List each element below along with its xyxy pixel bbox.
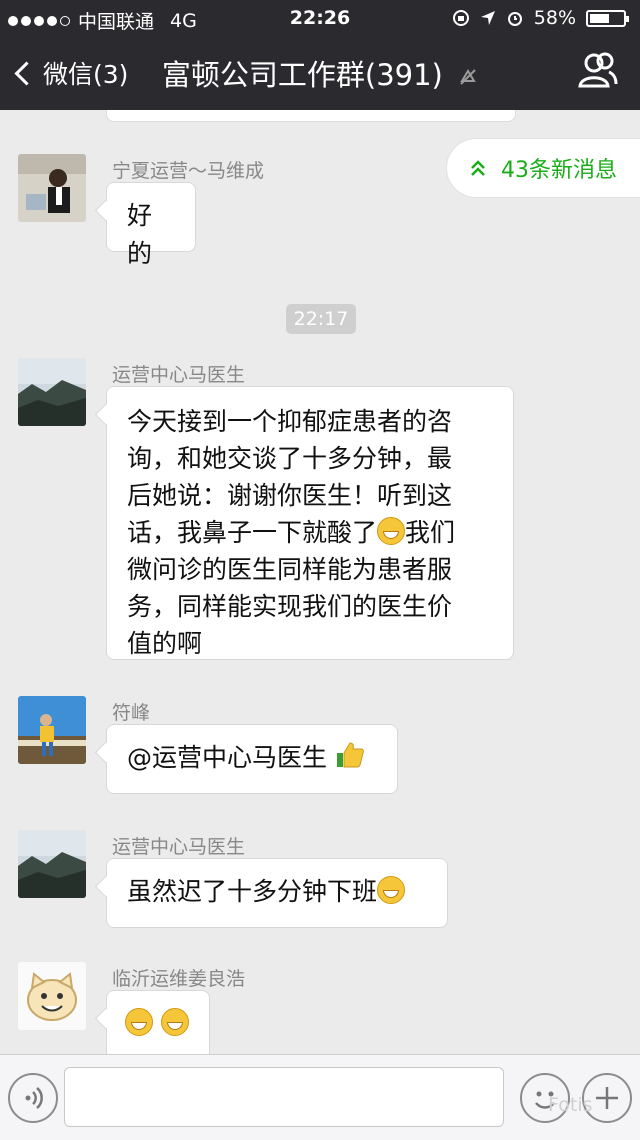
group-members-button[interactable] [578,52,618,92]
message-input[interactable] [64,1067,504,1127]
message-text: @运营中心马医生 [127,743,328,772]
message-line: 后她说：谢谢你医生！听到这 [127,481,453,510]
message-line: 今天接到一个抑郁症患者的咨 [127,407,453,436]
watermark: Fotis [548,1094,593,1116]
message-line: 值的啊 [127,629,203,658]
input-bar [0,1054,640,1140]
sender-name: 运营中心马医生 [112,836,246,858]
message-bubble[interactable]: 今天接到一个抑郁症患者的咨 询，和她交谈了十多分钟，最 后她说：谢谢你医生！听到… [106,386,514,660]
voice-input-button[interactable] [8,1073,58,1123]
avatar[interactable] [18,696,86,764]
sender-name: 运营中心马医生 [112,364,246,386]
hug-emoji-icon [125,1008,153,1036]
status-bar: 中国联通 4G 22:26 58% [0,0,640,36]
nav-bar: 微信(3) 富顿公司工作群(391) [0,36,640,110]
message-line-suffix: 我们 [405,518,456,547]
message-line-text: 话，我鼻子一下就酸了 [127,518,378,547]
message-line: 询，和她交谈了十多分钟，最 [127,444,453,473]
message-bubble[interactable]: 好的 [106,182,196,268]
message-list[interactable]: 宁夏运营～马维成 好的 43条新消息 22:17 运营中心马医生 今天接到一个抑… [0,110,640,1054]
chat-title-text: 富顿公司工作群(391) [161,58,443,92]
sender-name: 宁夏运营～马维成 [112,160,265,182]
message-text: 虽然迟了十多分钟下班 [127,877,378,906]
message-text: 今天接到一个抑郁症患者的咨 询，和她交谈了十多分钟，最 后她说：谢谢你医生！听到… [127,403,493,662]
chat-title: 富顿公司工作群(391) [0,52,640,94]
hug-emoji-icon [160,1008,189,1036]
sender-name: 符峰 [112,702,151,724]
avatar[interactable] [18,962,86,1030]
grin-emoji-icon [377,517,406,545]
previous-message-bubble [106,110,516,122]
people-icon [578,52,618,88]
thumbs-up-emoji-icon [336,742,364,768]
grin-emoji-icon [377,876,406,904]
avatar[interactable] [18,830,86,898]
battery-icon [586,9,629,27]
new-messages-button[interactable]: 43条新消息 [446,138,640,198]
timestamp: 22:17 [286,304,356,334]
message-bubble[interactable]: @运营中心马医生 [106,724,398,794]
avatar[interactable] [18,154,86,222]
voice-icon [25,1087,43,1109]
battery-percent: 58% [533,7,576,29]
message-line: 务，同样能实现我们的医生价 [127,592,453,621]
message-line: 微问诊的医生同样能为患者服 [127,555,453,584]
alarm-icon [507,12,522,26]
new-messages-label: 43条新消息 [501,158,617,183]
avatar[interactable] [18,358,86,426]
message-bubble[interactable] [106,990,210,1054]
rotation-lock-icon [452,10,469,26]
mute-icon [460,69,476,85]
message-text: 好的 [127,201,153,268]
location-icon [480,11,495,25]
double-chevron-up-icon [471,160,485,176]
message-bubble[interactable]: 虽然迟了十多分钟下班 [106,858,448,928]
sender-name: 临沂运维姜良浩 [112,968,246,990]
message-line: 话，我鼻子一下就酸了 我们 [127,514,493,551]
